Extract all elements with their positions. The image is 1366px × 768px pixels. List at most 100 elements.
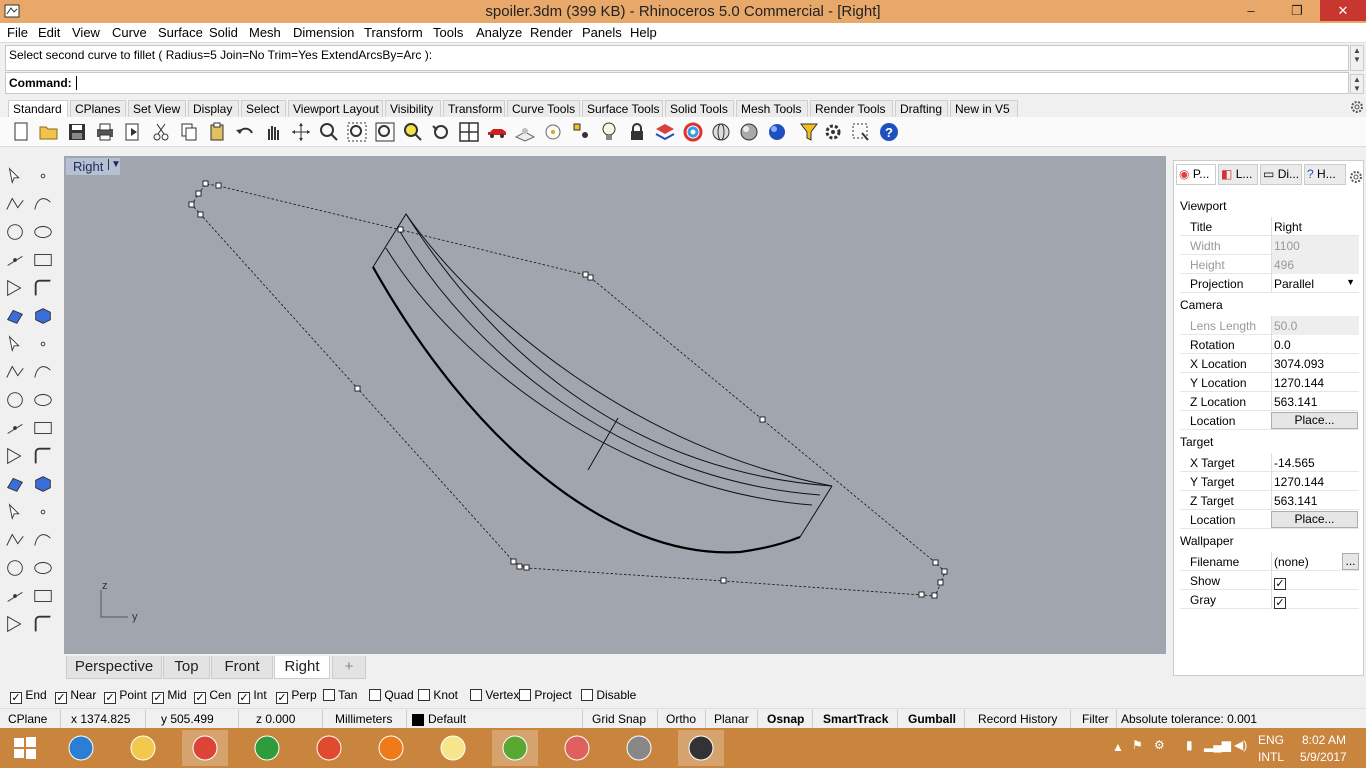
car-icon[interactable] — [486, 121, 508, 143]
zoom-selected-icon[interactable] — [402, 121, 424, 143]
status-cplane[interactable]: CPlane — [8, 712, 47, 726]
zoom-extents-icon[interactable] — [374, 121, 396, 143]
ie-icon[interactable] — [58, 730, 104, 766]
tab-solid-tools[interactable]: Solid Tools — [665, 100, 734, 117]
sphere-render-icon[interactable] — [738, 121, 760, 143]
sphere-icon[interactable] — [31, 332, 55, 356]
utorrent-icon[interactable] — [492, 730, 538, 766]
layer-icon[interactable] — [654, 121, 676, 143]
osnap-point-checkbox[interactable]: ✓ — [104, 692, 116, 704]
split-icon[interactable] — [31, 416, 55, 440]
color-wheel-icon[interactable] — [682, 121, 704, 143]
prop-rotation-field[interactable]: 0.0 — [1271, 335, 1359, 354]
command-scrollbar[interactable]: ▲ ▼ — [1350, 74, 1364, 94]
osnap-quad-checkbox[interactable] — [369, 689, 381, 701]
calculator-icon[interactable] — [616, 730, 662, 766]
panel-tab-properties[interactable]: ◉ P... — [1176, 164, 1216, 185]
tab-new-in-v5[interactable]: New in V5 — [950, 100, 1018, 117]
clock-date[interactable]: 5/9/2017 — [1300, 750, 1347, 764]
planar-toggle[interactable]: Planar — [714, 712, 749, 726]
prop-y-target-field[interactable]: 1270.144 — [1271, 472, 1359, 491]
copy-icon[interactable] — [178, 121, 200, 143]
menu-transform[interactable]: Transform — [364, 25, 423, 40]
tab-surface-tools[interactable]: Surface Tools — [582, 100, 663, 117]
osnap-cen-checkbox[interactable]: ✓ — [194, 692, 206, 704]
history-scrollbar[interactable]: ▲ ▼ — [1350, 45, 1364, 71]
snipping-icon[interactable] — [554, 730, 600, 766]
prop-z-target-field[interactable]: 563.141 — [1271, 491, 1359, 510]
command-line[interactable]: Command: — [5, 72, 1349, 94]
group-icon[interactable] — [3, 444, 27, 468]
prop-x-target-field[interactable]: -14.565 — [1271, 453, 1359, 472]
lang-secondary[interactable]: INTL — [1258, 750, 1284, 764]
status-layer[interactable]: Default — [428, 712, 466, 726]
panel-tab-help[interactable]: ? H... — [1304, 164, 1346, 185]
minimize-button[interactable]: – — [1228, 0, 1274, 21]
paste-icon[interactable] — [206, 121, 228, 143]
zoom-dynamic-icon[interactable] — [318, 121, 340, 143]
add-viewport-tab-button[interactable]: + — [332, 656, 366, 679]
show-checkbox[interactable]: ✓ — [1274, 578, 1286, 590]
store-icon[interactable] — [244, 730, 290, 766]
pan-icon[interactable] — [262, 121, 284, 143]
volume-icon[interactable]: ◀) — [1234, 738, 1247, 752]
four-viewports-icon[interactable] — [458, 121, 480, 143]
vtab-top[interactable]: Top — [163, 656, 210, 679]
gray-checkbox[interactable]: ✓ — [1274, 597, 1286, 609]
chrome-icon[interactable] — [182, 730, 228, 766]
tab-render-tools[interactable]: Render Tools — [810, 100, 893, 117]
tab-drafting[interactable]: Drafting — [895, 100, 948, 117]
viewport-title-label[interactable]: Right ▼ — [66, 158, 121, 175]
prop-title-field[interactable]: Right — [1271, 217, 1359, 236]
box-icon[interactable] — [3, 332, 27, 356]
settings-icon[interactable] — [822, 121, 844, 143]
osnap-disable-checkbox[interactable] — [581, 689, 593, 701]
lang-primary[interactable]: ENG — [1258, 733, 1284, 747]
prop-z-location-field[interactable]: 563.141 — [1271, 392, 1359, 411]
osnap-vertex[interactable]: Vertex — [470, 688, 519, 702]
menu-dimension[interactable]: Dimension — [293, 25, 354, 40]
vtab-right[interactable]: Right — [274, 656, 330, 679]
tab-transform[interactable]: Transform — [443, 100, 505, 117]
fillet-icon[interactable] — [31, 276, 55, 300]
menu-help[interactable]: Help — [630, 25, 657, 40]
tab-cplanes[interactable]: CPlanes — [70, 100, 126, 117]
menu-file[interactable]: File — [7, 25, 28, 40]
signal-icon[interactable]: ▂▄▆ — [1204, 738, 1231, 752]
sun-filter-icon[interactable] — [798, 121, 820, 143]
ungroup-icon[interactable] — [31, 444, 55, 468]
mirror-icon[interactable] — [31, 584, 55, 608]
point-icon[interactable] — [570, 121, 592, 143]
dimension-icon[interactable] — [31, 500, 55, 524]
tab-standard[interactable]: Standard — [8, 100, 68, 117]
tab-display[interactable]: Display — [188, 100, 239, 117]
vtab-front[interactable]: Front — [211, 656, 273, 679]
browse-button[interactable]: ... — [1342, 553, 1359, 570]
menu-surface[interactable]: Surface — [158, 25, 203, 40]
osnap-mid[interactable]: ✓ Mid — [152, 688, 187, 704]
sphere-wire-icon[interactable] — [710, 121, 732, 143]
explorer-icon[interactable] — [120, 730, 166, 766]
curve-icon[interactable] — [31, 192, 55, 216]
ortho-toggle[interactable]: Ortho — [666, 712, 696, 726]
menu-panels[interactable]: Panels — [582, 25, 622, 40]
maximize-button[interactable]: ❐ — [1274, 0, 1320, 21]
boolean-icon[interactable] — [3, 416, 27, 440]
undo-icon[interactable] — [234, 121, 256, 143]
viewport-canvas[interactable]: z y — [64, 156, 1166, 654]
open-icon[interactable] — [38, 121, 60, 143]
ellipse-icon[interactable] — [31, 220, 55, 244]
start-icon[interactable] — [2, 730, 48, 766]
rhino-icon[interactable] — [678, 730, 724, 766]
undo-view-icon[interactable] — [430, 121, 452, 143]
osnap-near[interactable]: ✓ Near — [55, 688, 96, 704]
panel-settings-gear-icon[interactable] — [1349, 170, 1363, 184]
prop-x-location-field[interactable]: 3074.093 — [1271, 354, 1359, 373]
menu-render[interactable]: Render — [530, 25, 573, 40]
firefox-icon[interactable] — [368, 730, 414, 766]
osnap-cen[interactable]: ✓ Cen — [194, 688, 231, 704]
blend-icon[interactable] — [31, 472, 55, 496]
network-icon[interactable]: ⚙ — [1154, 738, 1165, 752]
menu-edit[interactable]: Edit — [38, 25, 60, 40]
record-history-toggle[interactable]: Record History — [978, 712, 1057, 726]
